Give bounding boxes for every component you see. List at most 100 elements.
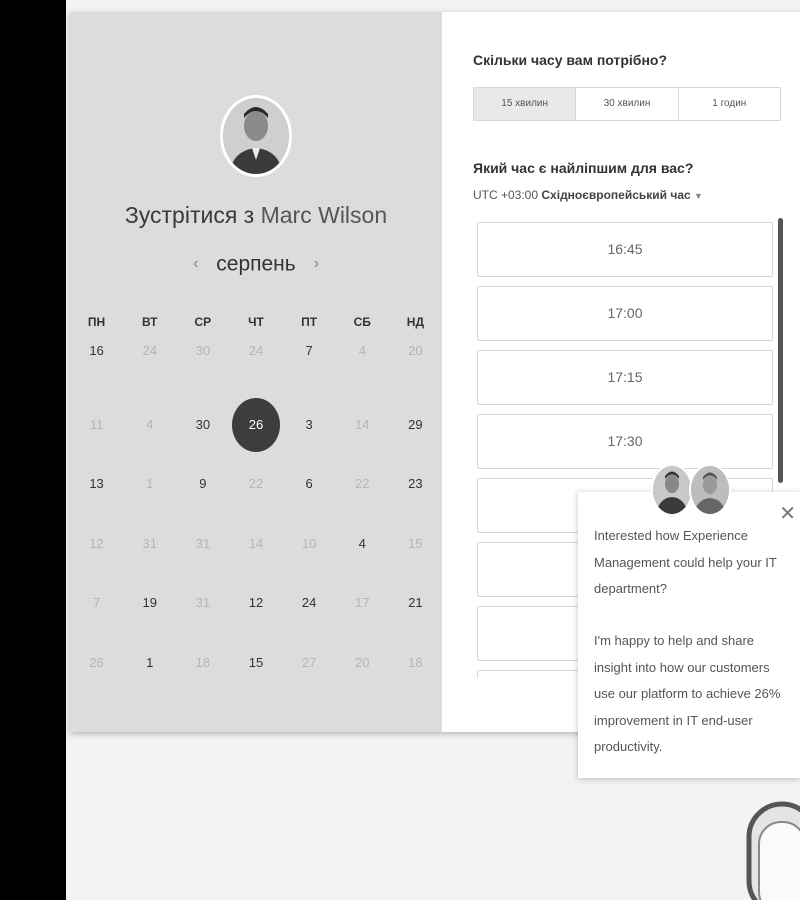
day-number: 10: [301, 535, 317, 551]
day-number: 26: [231, 397, 280, 452]
day-number: 30: [195, 343, 211, 358]
person-photo-icon: [691, 466, 729, 514]
popup-avatars: [651, 464, 733, 518]
duration-option-15[interactable]: 15 хвилин: [474, 88, 577, 120]
weekday-label: НД: [406, 315, 425, 329]
popup-message-2: I'm happy to help and share insight into…: [594, 633, 781, 754]
calendar-day-selected[interactable]: 26: [229, 397, 282, 458]
day-number: 7: [92, 595, 101, 610]
day-number: 24: [301, 595, 317, 610]
agent-avatar: [651, 464, 693, 516]
day-number: 18: [195, 654, 211, 670]
day-number: 6: [305, 476, 313, 491]
month-label: серпень: [216, 252, 296, 276]
timezone-selector[interactable]: UTC +03:00 Східноєвропейський час ▼: [473, 188, 703, 202]
weekday-label: ЧТ: [248, 315, 264, 329]
day-number: 4: [358, 535, 366, 551]
calendar-day[interactable]: 23: [389, 457, 442, 517]
time-slot[interactable]: 16:45: [477, 222, 773, 277]
calendar-day[interactable]: 13: [70, 457, 123, 517]
day-number: 24: [142, 343, 157, 358]
calendar-day[interactable]: 7: [283, 338, 336, 398]
duration-option-30[interactable]: 30 хвилин: [576, 88, 679, 120]
calendar-day[interactable]: 21: [389, 576, 442, 636]
calendar-day: 24: [229, 338, 282, 398]
calendar-day: 4: [336, 338, 389, 398]
day-number: 23: [408, 476, 423, 491]
calendar-day[interactable]: 1: [123, 636, 176, 696]
day-number: 1: [146, 654, 154, 670]
day-number: 31: [195, 535, 211, 551]
calendar-day[interactable]: 19: [123, 576, 176, 636]
chat-popup: ✕ Interested how Experience Management c…: [578, 492, 800, 778]
calendar-day: 27: [283, 636, 336, 696]
calendar-day[interactable]: 24: [283, 576, 336, 636]
duration-option-60[interactable]: 1 годин: [679, 88, 780, 120]
days-grid: 16 24 30 24 7 4 20 11 4 30 26 3 14 29 13 1 9 22 6 22 23 12 31 3…: [70, 338, 442, 695]
month-navigator: ‹ серпень ›: [70, 252, 442, 276]
calendar-day[interactable]: 4: [336, 517, 389, 577]
day-number: 21: [408, 595, 423, 610]
calendar-panel: Зустрітися з Marc Wilson ‹ серпень › ПН …: [70, 12, 442, 732]
day-number: 12: [89, 535, 104, 551]
timezone-name: Східноєвропейський час: [541, 188, 691, 202]
left-black-bar: [0, 0, 66, 900]
scrollbar-thumb[interactable]: [778, 218, 783, 483]
day-number: 31: [142, 535, 157, 551]
calendar-day: 10: [283, 517, 336, 577]
meeting-title-prefix: Зустрітися з: [124, 202, 255, 228]
calendar-day[interactable]: 15: [229, 636, 282, 696]
weekday-label: СР: [194, 315, 212, 329]
calendar-day[interactable]: 30: [176, 398, 229, 458]
day-number: 11: [89, 416, 104, 432]
calendar-day: 22: [336, 457, 389, 517]
weekday-header: ПН ВТ СР ЧТ ПТ СБ НД: [70, 315, 442, 329]
calendar-day[interactable]: 6: [283, 457, 336, 517]
calendar-day: 31: [123, 517, 176, 577]
calendar-day: 14: [336, 398, 389, 458]
day-number: 19: [142, 595, 157, 610]
day-number: 30: [195, 416, 211, 432]
day-number: 9: [199, 476, 207, 491]
calendar-day[interactable]: 12: [229, 576, 282, 636]
calendar-day: 12: [70, 517, 123, 577]
day-number: 3: [305, 416, 313, 432]
popup-message-1: Interested how Experience Management cou…: [594, 528, 777, 596]
chevron-left-icon[interactable]: ‹: [181, 255, 210, 273]
calendar-day: 18: [176, 636, 229, 696]
calendar-day: 30: [176, 338, 229, 398]
day-number: 29: [408, 416, 423, 432]
calendar-day[interactable]: 16: [70, 338, 123, 398]
day-number: 15: [408, 535, 423, 551]
chat-bubble-icon: [746, 801, 800, 900]
time-slot[interactable]: 17:15: [477, 350, 773, 405]
calendar-day: 24: [123, 338, 176, 398]
host-name: Marc Wilson: [260, 202, 388, 228]
day-number: 4: [146, 416, 154, 432]
weekday-label: ПТ: [301, 315, 318, 329]
chat-widget-button[interactable]: [745, 800, 800, 900]
calendar-day[interactable]: 29: [389, 398, 442, 458]
day-number: 15: [248, 654, 264, 670]
close-icon[interactable]: ✕: [779, 504, 796, 524]
calendar-day: 7: [70, 576, 123, 636]
calendar-day: 22: [229, 457, 282, 517]
calendar-day[interactable]: 9: [176, 457, 229, 517]
calendar-day: 4: [123, 398, 176, 458]
meeting-title: Зустрітися з Marc Wilson: [70, 202, 442, 229]
day-number: 14: [355, 416, 370, 432]
person-photo-icon: [653, 466, 691, 514]
calendar-day: 1: [123, 457, 176, 517]
calendar-day: 26: [70, 636, 123, 696]
calendar-day: 11: [70, 398, 123, 458]
time-slot[interactable]: 17:30: [477, 414, 773, 469]
time-slot[interactable]: 17:00: [477, 286, 773, 341]
day-number: 4: [358, 343, 366, 358]
calendar-day[interactable]: 3: [283, 398, 336, 458]
chevron-right-icon[interactable]: ›: [302, 255, 331, 273]
day-number: 7: [305, 343, 313, 358]
calendar-day: 31: [176, 517, 229, 577]
day-number: 17: [355, 595, 370, 610]
calendar-day: 18: [389, 636, 442, 696]
day-number: 14: [248, 535, 264, 551]
